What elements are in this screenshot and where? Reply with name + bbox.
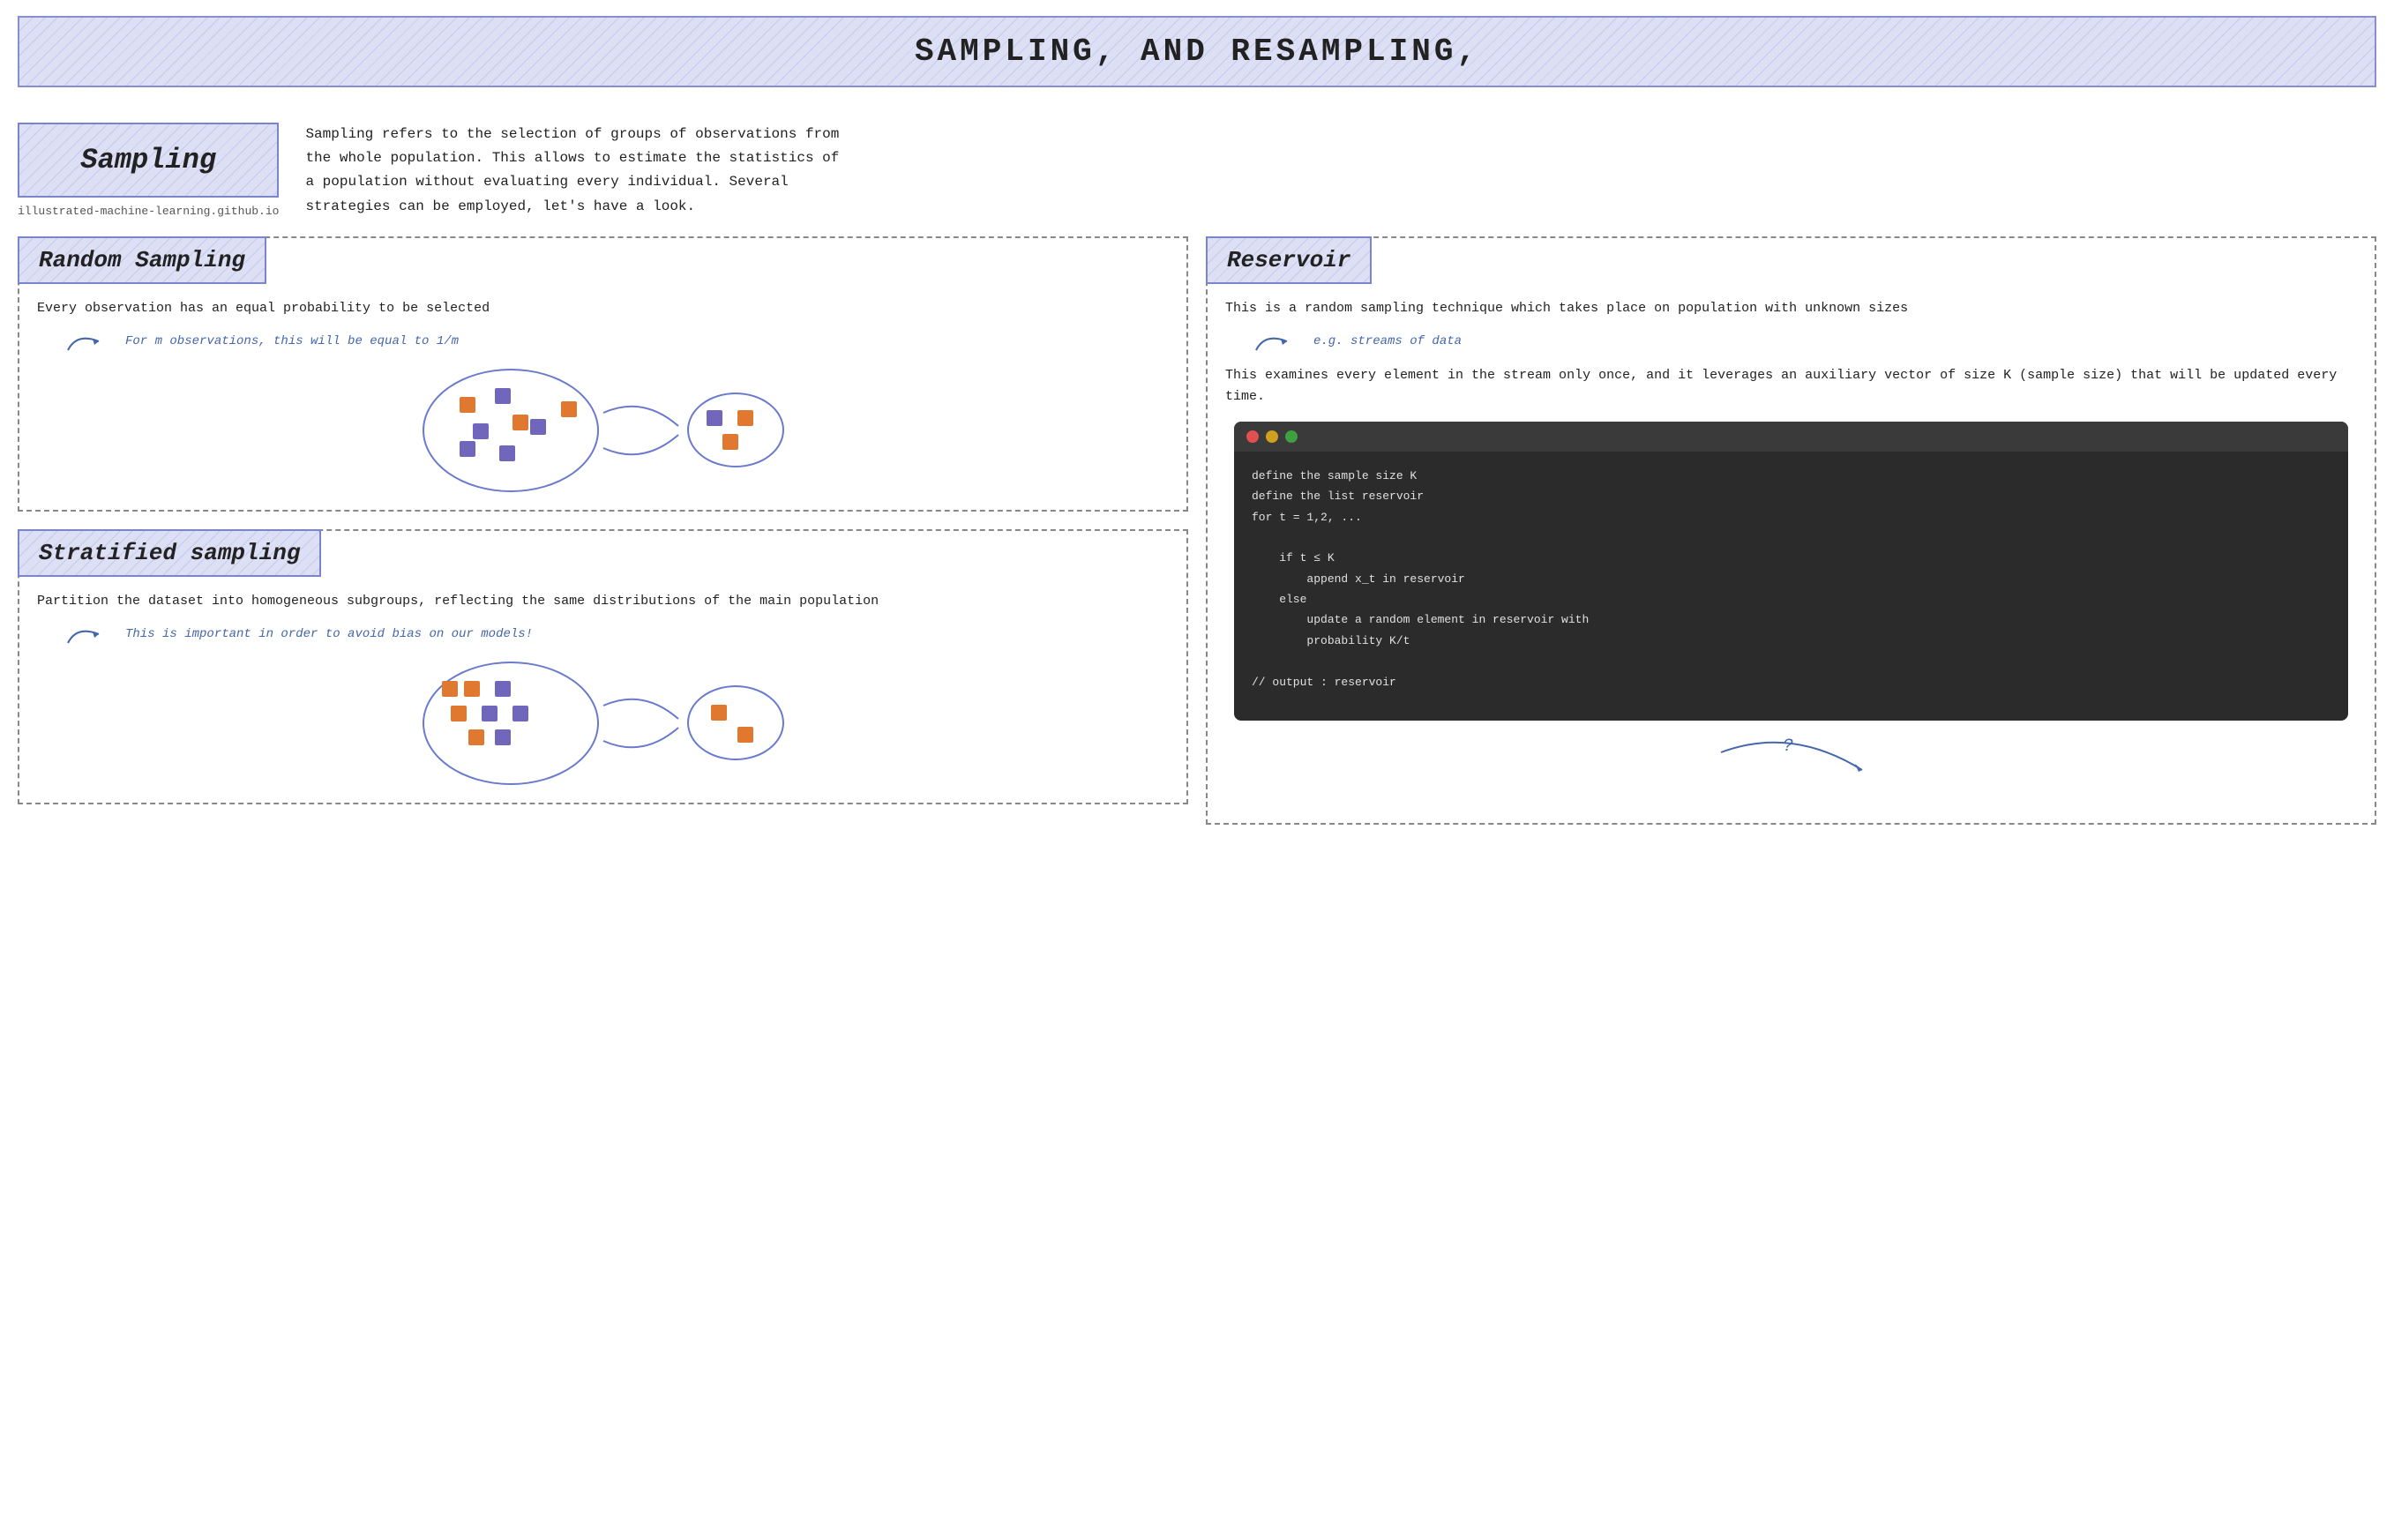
stratified-sampling-header: Stratified sampling	[18, 529, 321, 577]
reservoir-arrow-text: e.g. streams of data	[1313, 334, 1462, 348]
code-dot-green	[1285, 430, 1298, 443]
stratified-sampling-title: Stratified sampling	[39, 540, 300, 566]
strat-connector	[599, 688, 687, 759]
stratified-sampling-section: Stratified sampling Partition the datase…	[18, 529, 1188, 804]
strat-dot-s-o2	[737, 727, 753, 743]
dot-orange-1	[460, 397, 475, 413]
strat-dot-s-o1	[711, 705, 727, 721]
sampling-intro-box: Sampling illustrated-machine-learning.gi…	[18, 123, 279, 218]
code-content: define the sample size K define the list…	[1234, 452, 2348, 706]
reservoir-body: This is a random sampling technique whic…	[1208, 284, 2375, 805]
sampling-box-subtitle: illustrated-machine-learning.github.io	[18, 205, 279, 218]
arrow-icon	[64, 328, 116, 355]
reservoir-desc1: This is a random sampling technique whic…	[1225, 298, 2357, 319]
sampling-box: Sampling	[18, 123, 279, 198]
stratified-viz	[46, 662, 1160, 785]
stratified-sampling-desc: Partition the dataset into homogeneous s…	[37, 591, 1169, 612]
code-titlebar	[1234, 422, 2348, 452]
dot-orange-3	[561, 401, 577, 417]
intro-row: Sampling illustrated-machine-learning.gi…	[18, 123, 2376, 219]
strat-dot-p4	[495, 729, 511, 745]
dot-purple-4	[460, 441, 475, 457]
strat-dot-o2	[464, 681, 480, 697]
svg-text:?: ?	[1783, 736, 1793, 757]
dot-purple-3	[530, 419, 546, 435]
strat-small-ellipse	[687, 685, 784, 760]
random-sampling-title: Random Sampling	[39, 247, 245, 273]
main-content: Random Sampling Every observation has an…	[18, 236, 2376, 825]
big-ellipse	[423, 369, 599, 492]
strat-dot-o3	[451, 706, 467, 721]
question-arrow-svg: ?	[1703, 735, 1880, 805]
reservoir-desc2: This examines every element in the strea…	[1225, 365, 2357, 407]
random-sampling-arrow-note: For m observations, this will be equal t…	[64, 328, 1169, 355]
random-sampling-body: Every observation has an equal probabili…	[19, 284, 1186, 492]
right-column: Reservoir This is a random sampling tech…	[1206, 236, 2376, 825]
reservoir-arrow-note: e.g. streams of data	[1252, 328, 2357, 355]
strat-dot-p3	[512, 706, 528, 721]
random-sampling-desc: Every observation has an equal probabili…	[37, 298, 1169, 319]
strat-dot-o1	[442, 681, 458, 697]
reservoir-title: Reservoir	[1227, 247, 1350, 273]
intro-description: Sampling refers to the selection of grou…	[305, 123, 852, 219]
random-sampling-viz	[46, 369, 1160, 492]
strat-dot-o4	[468, 729, 484, 745]
code-dot-red	[1246, 430, 1259, 443]
connector-arrow	[599, 395, 687, 466]
strat-big-ellipse	[423, 662, 599, 785]
dot-purple-1	[495, 388, 511, 404]
random-sampling-section: Random Sampling Every observation has an…	[18, 236, 1188, 512]
stratified-sampling-body: Partition the dataset into homogeneous s…	[19, 577, 1186, 785]
reservoir-header: Reservoir	[1206, 236, 1372, 284]
stratified-sampling-arrow-text: This is important in order to avoid bias…	[125, 627, 533, 641]
random-sampling-header: Random Sampling	[18, 236, 266, 284]
random-sampling-arrow-text: For m observations, this will be equal t…	[125, 334, 459, 348]
sampling-box-title: Sampling	[80, 144, 216, 176]
strat-dot-p2	[482, 706, 498, 721]
code-dot-yellow	[1266, 430, 1278, 443]
dot-small-orange-2	[722, 434, 738, 450]
dot-purple-5	[499, 445, 515, 461]
reservoir-arrow-icon	[1252, 328, 1305, 355]
strat-arrow-icon	[64, 621, 116, 647]
reservoir-section: Reservoir This is a random sampling tech…	[1206, 236, 2376, 825]
stratified-sampling-arrow-note: This is important in order to avoid bias…	[64, 621, 1169, 647]
small-ellipse	[687, 392, 784, 467]
dot-small-purple-1	[707, 410, 722, 426]
left-column: Random Sampling Every observation has an…	[18, 236, 1188, 804]
dot-orange-2	[512, 415, 528, 430]
code-block: define the sample size K define the list…	[1234, 422, 2348, 721]
page-title: SAMPLING, AND RESAMPLING,	[915, 34, 1479, 70]
header-section: SAMPLING, AND RESAMPLING,	[18, 16, 2376, 87]
reservoir-bottom: ?	[1225, 735, 2357, 805]
dot-small-orange-1	[737, 410, 753, 426]
dot-purple-2	[473, 423, 489, 439]
strat-dot-p1	[495, 681, 511, 697]
